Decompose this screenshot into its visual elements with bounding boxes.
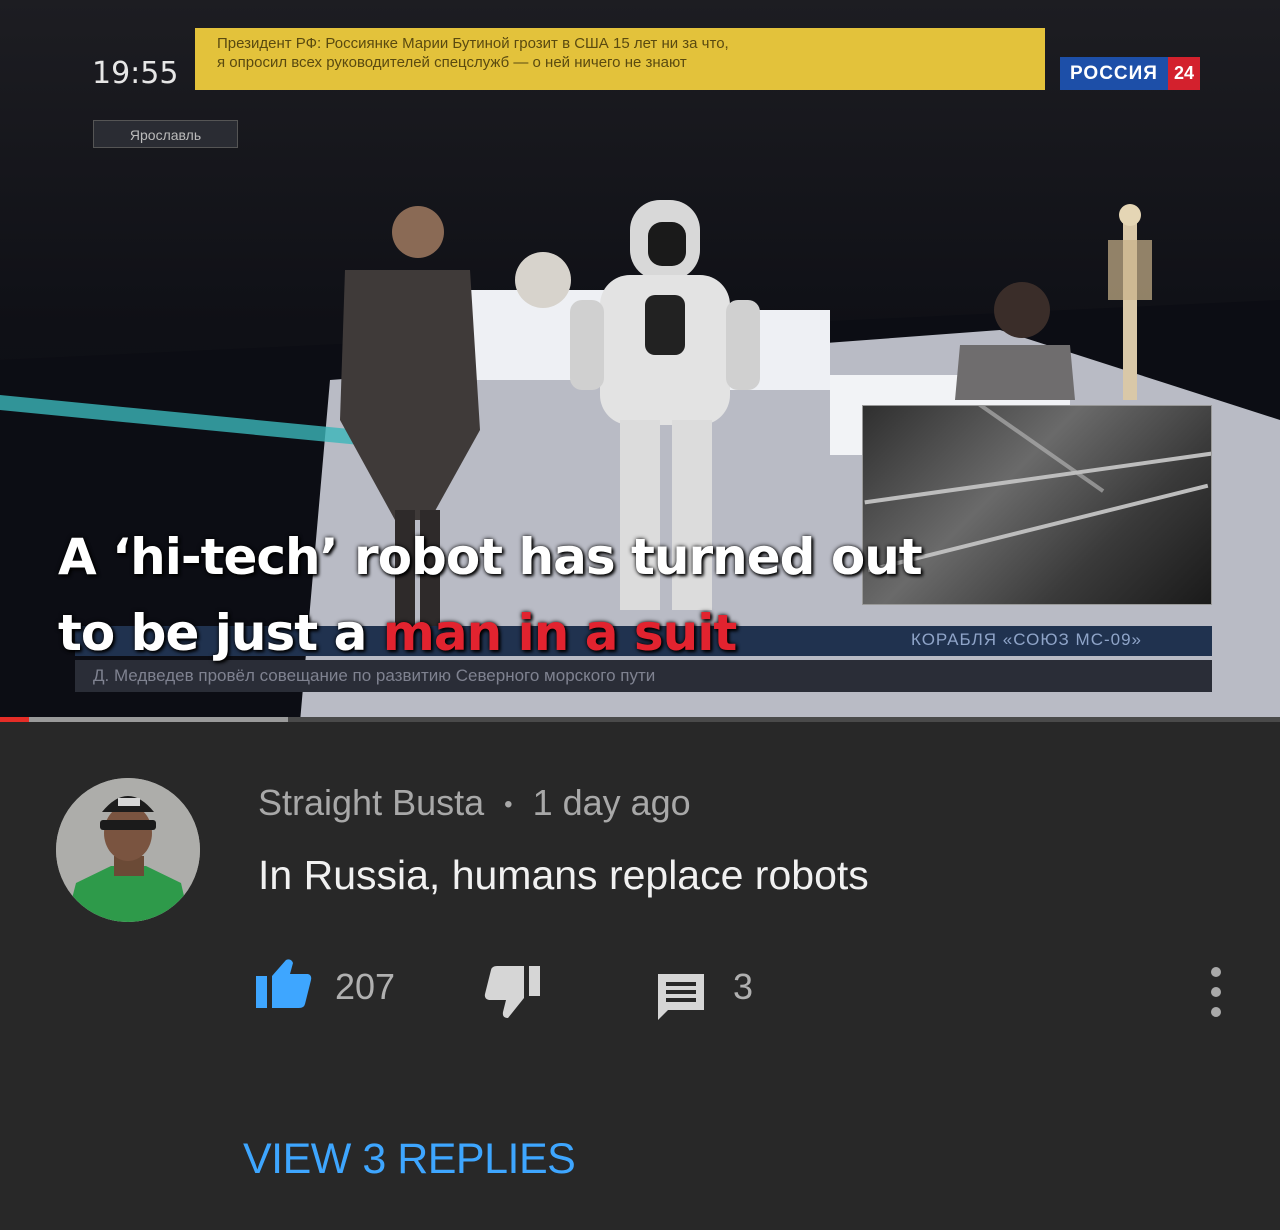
caption-red-text: man in a suit — [382, 604, 738, 662]
news-ticker-top: Президент РФ: Россиянке Марии Бутиной гр… — [195, 28, 1045, 90]
avatar[interactable] — [56, 778, 200, 922]
ticker-line-2: я опросил всех руководителей спецслужб —… — [217, 54, 687, 71]
video-caption-line-1: A ‘hi-tech’ robot has turned out — [58, 528, 923, 586]
video-progress-bar[interactable] — [0, 717, 1280, 722]
view-replies-button[interactable]: VIEW 3 REPLIES — [243, 1135, 576, 1184]
channel-logo: РОССИЯ 24 — [1060, 57, 1200, 90]
comment-time: 1 day ago — [532, 782, 691, 823]
caption-white-text: to be just a — [58, 604, 383, 662]
channel-number: 24 — [1167, 57, 1200, 90]
lower-band-text: КОРАБЛЯ «СОЮЗ МС-09» — [911, 630, 1142, 649]
thumbs-up-icon[interactable] — [256, 958, 312, 1008]
location-label: Ярославль — [93, 120, 238, 148]
ticker-line-1: Президент РФ: Россиянке Марии Бутиной гр… — [217, 35, 729, 52]
reply-count: 3 — [733, 966, 754, 1007]
lower-news-ticker: Д. Медведев провёл совещание по развитию… — [75, 660, 1212, 692]
video-caption-line-2: to be just a man in a suit — [58, 604, 738, 662]
meta-separator: • — [504, 791, 513, 819]
more-vert-icon[interactable] — [1206, 966, 1226, 1018]
progress-played — [0, 717, 29, 722]
comment-text: In Russia, humans replace robots — [258, 852, 869, 898]
like-count: 207 — [335, 966, 396, 1007]
video-player[interactable]: 19:55 Президент РФ: Россиянке Марии Бути… — [0, 0, 1280, 722]
channel-name: РОССИЯ — [1060, 57, 1168, 90]
comment-meta: Straight Busta • 1 day ago — [258, 782, 691, 824]
progress-buffered — [0, 717, 288, 722]
avatar-image — [56, 778, 200, 922]
broadcast-clock: 19:55 — [92, 56, 179, 91]
thumbs-down-icon[interactable] — [484, 966, 540, 1020]
comment-actions: 207 3 — [0, 958, 1280, 1020]
comment-icon[interactable] — [656, 972, 706, 1022]
comment-author[interactable]: Straight Busta — [258, 782, 484, 823]
